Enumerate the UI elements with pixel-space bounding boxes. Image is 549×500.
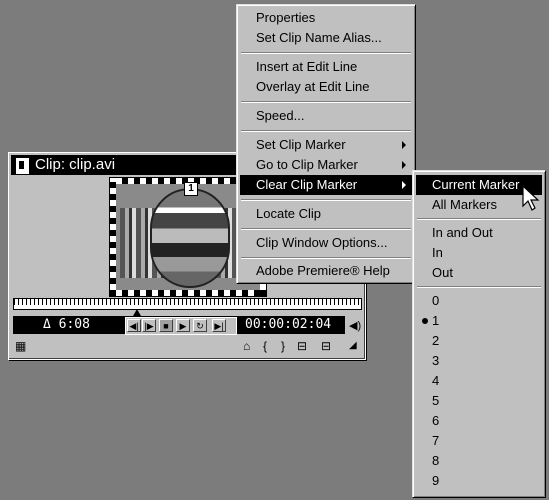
submenu-item-marker-6[interactable]: 6 bbox=[416, 411, 542, 431]
menu-separator bbox=[241, 199, 411, 201]
menu-item-clip-window-options[interactable]: Clip Window Options... bbox=[240, 233, 412, 253]
menu-item-speed[interactable]: Speed... bbox=[240, 106, 412, 126]
menu-item-clear-clip-marker[interactable]: Clear Clip Marker bbox=[240, 175, 412, 195]
clip-title: Clip: clip.avi bbox=[35, 156, 116, 173]
timecode-display[interactable]: 00:00:02:04 bbox=[245, 316, 331, 334]
submenu-arrow-icon bbox=[402, 141, 406, 149]
mark-in-out-icon[interactable]: ⌂ bbox=[243, 337, 250, 355]
play-to-end-icon[interactable]: ▶| bbox=[212, 319, 226, 332]
menu-separator bbox=[241, 257, 411, 259]
menu-separator bbox=[241, 130, 411, 132]
speaker-icon[interactable]: ◀) bbox=[349, 319, 361, 332]
mouse-cursor-icon bbox=[522, 185, 540, 211]
submenu-item-marker-7[interactable]: 7 bbox=[416, 431, 542, 451]
menu-separator bbox=[241, 52, 411, 54]
menu-item-adobe-premiere-help[interactable]: Adobe Premiere® Help bbox=[240, 261, 412, 281]
menu-item-set-clip-name-alias[interactable]: Set Clip Name Alias... bbox=[240, 28, 412, 48]
submenu-item-in[interactable]: In bbox=[416, 243, 542, 263]
clip-marker-badge: 1 bbox=[184, 182, 198, 196]
set-out-icon[interactable]: } bbox=[281, 337, 285, 355]
menu-separator bbox=[417, 286, 541, 288]
selected-bullet-icon bbox=[422, 318, 428, 324]
clip-context-menu: Properties Set Clip Name Alias... Insert… bbox=[236, 4, 416, 284]
overlay-icon[interactable]: ⊟ bbox=[321, 337, 331, 355]
loop-icon[interactable]: ↻ bbox=[193, 319, 207, 332]
menu-item-locate-clip[interactable]: Locate Clip bbox=[240, 204, 412, 224]
filmstrip-icon[interactable]: ▦ bbox=[15, 337, 26, 355]
submenu-item-marker-1[interactable]: 1 bbox=[416, 311, 542, 331]
step-back-icon[interactable]: ◀| bbox=[127, 319, 141, 332]
transport-controls: ◀| |▶ ■ ▶ ↻ ▶| bbox=[125, 317, 237, 335]
clear-clip-marker-submenu: Current Marker All Markers In and Out In… bbox=[412, 170, 546, 498]
insert-icon[interactable]: ⊟ bbox=[297, 337, 307, 355]
clip-duration: Δ 6:08 bbox=[43, 317, 90, 332]
menu-item-insert-at-edit-line[interactable]: Insert at Edit Line bbox=[240, 57, 412, 77]
clip-control-bar: Δ 6:08 ◀| |▶ ■ ▶ ↻ ▶| 00:00:02:04 bbox=[13, 316, 345, 335]
step-forward-icon[interactable]: |▶ bbox=[142, 319, 156, 332]
clip-window-icon bbox=[16, 158, 29, 174]
submenu-item-marker-4[interactable]: 4 bbox=[416, 371, 542, 391]
submenu-arrow-icon bbox=[402, 181, 406, 189]
submenu-item-in-and-out[interactable]: In and Out bbox=[416, 223, 542, 243]
resize-grip-icon[interactable]: ◢ bbox=[349, 337, 357, 355]
menu-separator bbox=[417, 218, 541, 220]
menu-separator bbox=[241, 101, 411, 103]
submenu-item-marker-5[interactable]: 5 bbox=[416, 391, 542, 411]
menu-item-overlay-at-edit-line[interactable]: Overlay at Edit Line bbox=[240, 77, 412, 97]
submenu-item-marker-8[interactable]: 8 bbox=[416, 451, 542, 471]
submenu-item-marker-9[interactable]: 9 bbox=[416, 471, 542, 491]
menu-item-properties[interactable]: Properties bbox=[240, 8, 412, 28]
menu-item-go-to-clip-marker[interactable]: Go to Clip Marker bbox=[240, 155, 412, 175]
submenu-item-marker-0[interactable]: 0 bbox=[416, 291, 542, 311]
clip-bottom-toolbar: ▦ ⌂ { } ⊟ ⊟ ◢ bbox=[13, 337, 363, 355]
submenu-item-marker-2[interactable]: 2 bbox=[416, 331, 542, 351]
timeline-ruler[interactable] bbox=[13, 298, 362, 310]
set-in-icon[interactable]: { bbox=[263, 337, 267, 355]
playhead-marker[interactable] bbox=[133, 309, 141, 316]
play-icon[interactable]: ▶ bbox=[176, 319, 190, 332]
submenu-item-marker-3[interactable]: 3 bbox=[416, 351, 542, 371]
menu-separator bbox=[241, 228, 411, 230]
submenu-arrow-icon bbox=[402, 161, 406, 169]
submenu-item-out[interactable]: Out bbox=[416, 263, 542, 283]
menu-item-set-clip-marker[interactable]: Set Clip Marker bbox=[240, 135, 412, 155]
stop-icon[interactable]: ■ bbox=[159, 319, 173, 332]
